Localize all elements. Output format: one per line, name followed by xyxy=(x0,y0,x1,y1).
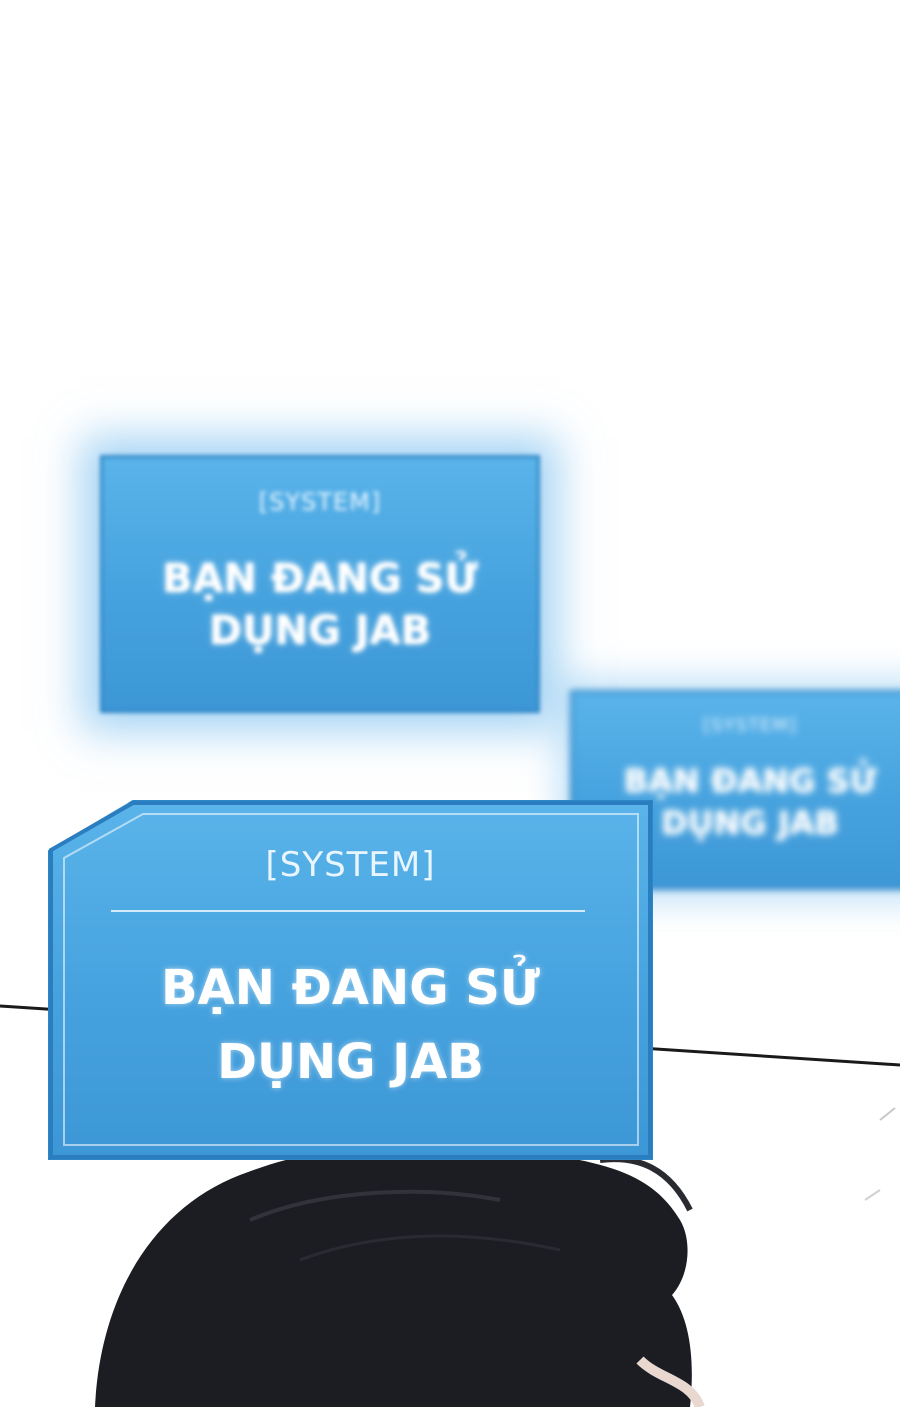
system-notification-upper: [SYSTEM] BẠN ĐANG SỬ DỤNG JAB xyxy=(100,455,540,713)
system-message: BẠN ĐANG SỬ DỤNG JAB xyxy=(103,553,537,657)
system-message-line: BẠN ĐANG SỬ xyxy=(162,556,478,602)
system-notification-main: [SYSTEM] BẠN ĐANG SỬ DỤNG JAB xyxy=(48,800,653,1160)
system-message-line: DỤNG JAB xyxy=(217,1034,484,1091)
system-message-line: DỤNG JAB xyxy=(208,608,432,654)
system-tag: [SYSTEM] xyxy=(258,488,382,516)
system-message: BẠN ĐANG SỬ DỤNG JAB xyxy=(51,951,650,1100)
system-message-line: BẠN ĐANG SỬ xyxy=(623,762,877,800)
system-tag: [SYSTEM] xyxy=(265,845,436,885)
system-tag: [SYSTEM] xyxy=(703,715,797,736)
divider xyxy=(111,910,585,912)
system-message-line: BẠN ĐANG SỬ xyxy=(161,960,540,1016)
comic-panel: [SYSTEM] BẠN ĐANG SỬ DỤNG JAB [SYSTEM] B… xyxy=(0,0,900,1407)
